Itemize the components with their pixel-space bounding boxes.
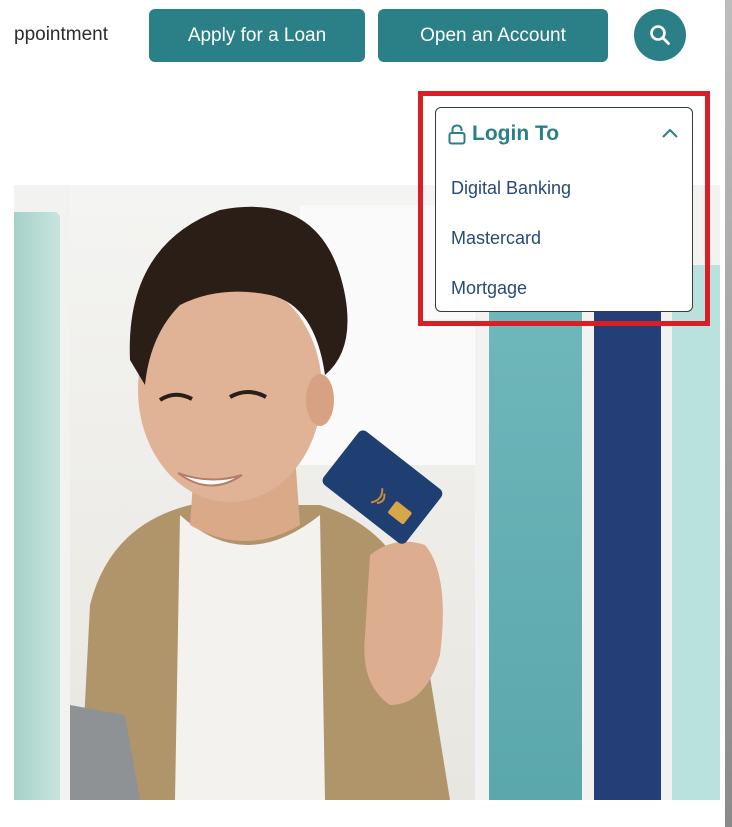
decorative-navy-bar — [594, 300, 661, 800]
open-account-button[interactable]: Open an Account — [378, 9, 608, 62]
highlight-frame — [418, 91, 710, 326]
appointment-link[interactable]: ppointment — [14, 24, 108, 46]
decorative-teal-bar — [489, 300, 582, 800]
search-button[interactable] — [634, 9, 686, 61]
apply-loan-button[interactable]: Apply for a Loan — [149, 9, 365, 62]
decorative-light-teal-bar — [672, 265, 720, 800]
site-header: ppointment Apply for a Loan Open an Acco… — [0, 0, 732, 90]
person-holding-card-image — [70, 205, 475, 800]
hero-photo — [70, 185, 475, 800]
window-edge — [725, 0, 732, 827]
hero-accent-strip — [14, 212, 60, 800]
search-icon — [650, 25, 670, 45]
